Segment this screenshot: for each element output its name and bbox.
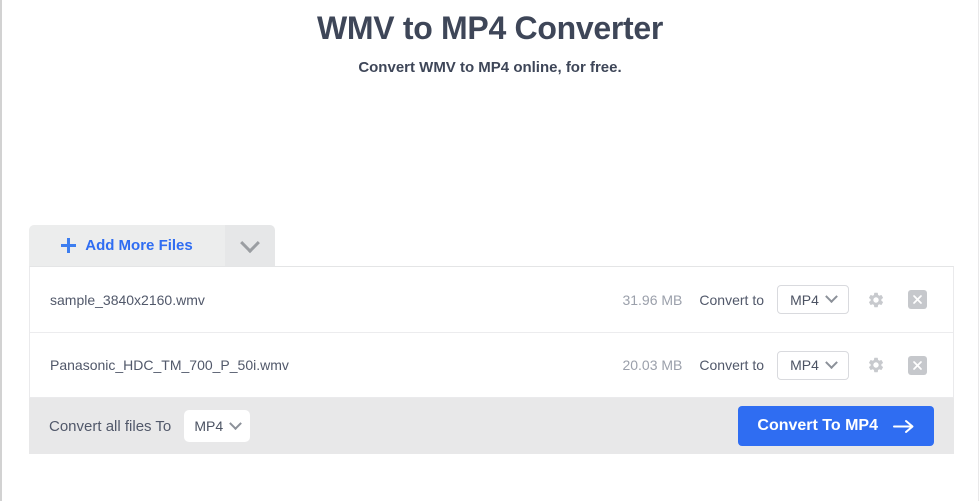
add-more-files-label: Add More Files (85, 237, 193, 254)
convert-to-label: Convert to (699, 291, 764, 308)
add-files-dropdown-button[interactable] (225, 225, 275, 266)
chevron-down-icon (825, 355, 838, 369)
converter-panel: Add More Files sample_3840x2160.wmv 31.9… (29, 225, 954, 454)
file-settings-button[interactable] (859, 350, 893, 380)
arrow-right-icon (893, 419, 914, 433)
convert-all-label: Convert all files To (49, 417, 172, 435)
gear-icon (869, 357, 884, 373)
page-title: WMV to MP4 Converter (316, 10, 664, 46)
file-format-value: MP4 (790, 291, 819, 308)
convert-to-label: Convert to (699, 357, 764, 373)
page-subtitle: Convert WMV to MP4 online, for free. (358, 59, 622, 76)
file-list: sample_3840x2160.wmv 31.96 MB Convert to… (29, 266, 954, 398)
close-icon (913, 295, 922, 304)
remove-file-button[interactable] (908, 290, 927, 309)
file-name: Panasonic_HDC_TM_700_P_50i.wmv (50, 357, 289, 373)
chevron-down-icon (229, 416, 243, 430)
convert-all-format-value: MP4 (194, 418, 224, 434)
convert-all-format-select[interactable]: MP4 (184, 410, 251, 442)
file-format-select[interactable]: MP4 (777, 350, 849, 380)
converter-footer: Convert all files To MP4 Convert To MP4 (29, 398, 954, 454)
chevron-down-icon (240, 232, 260, 253)
convert-button[interactable]: Convert To MP4 (738, 406, 934, 446)
close-icon (913, 360, 922, 370)
page-header: WMV to MP4 Converter Convert WMV to MP4 … (2, 0, 978, 78)
page-root: WMV to MP4 Converter Convert WMV to MP4 … (0, 0, 979, 501)
file-settings-button[interactable] (859, 285, 893, 315)
file-format-value: MP4 (790, 357, 819, 373)
convert-button-label: Convert To MP4 (757, 417, 878, 434)
table-row: sample_3840x2160.wmv 31.96 MB Convert to… (30, 267, 953, 332)
remove-file-button[interactable] (908, 355, 927, 375)
gear-icon (869, 292, 884, 307)
file-name: sample_3840x2160.wmv (50, 291, 205, 308)
plus-icon (61, 238, 77, 253)
chevron-down-icon (825, 290, 838, 304)
file-size: 31.96 MB (622, 291, 683, 308)
table-row: Panasonic_HDC_TM_700_P_50i.wmv 20.03 MB … (30, 332, 953, 397)
file-format-select[interactable]: MP4 (777, 285, 849, 314)
converter-toolbar: Add More Files (29, 225, 954, 266)
add-more-files-button[interactable]: Add More Files (29, 225, 225, 266)
file-size: 20.03 MB (622, 357, 683, 373)
